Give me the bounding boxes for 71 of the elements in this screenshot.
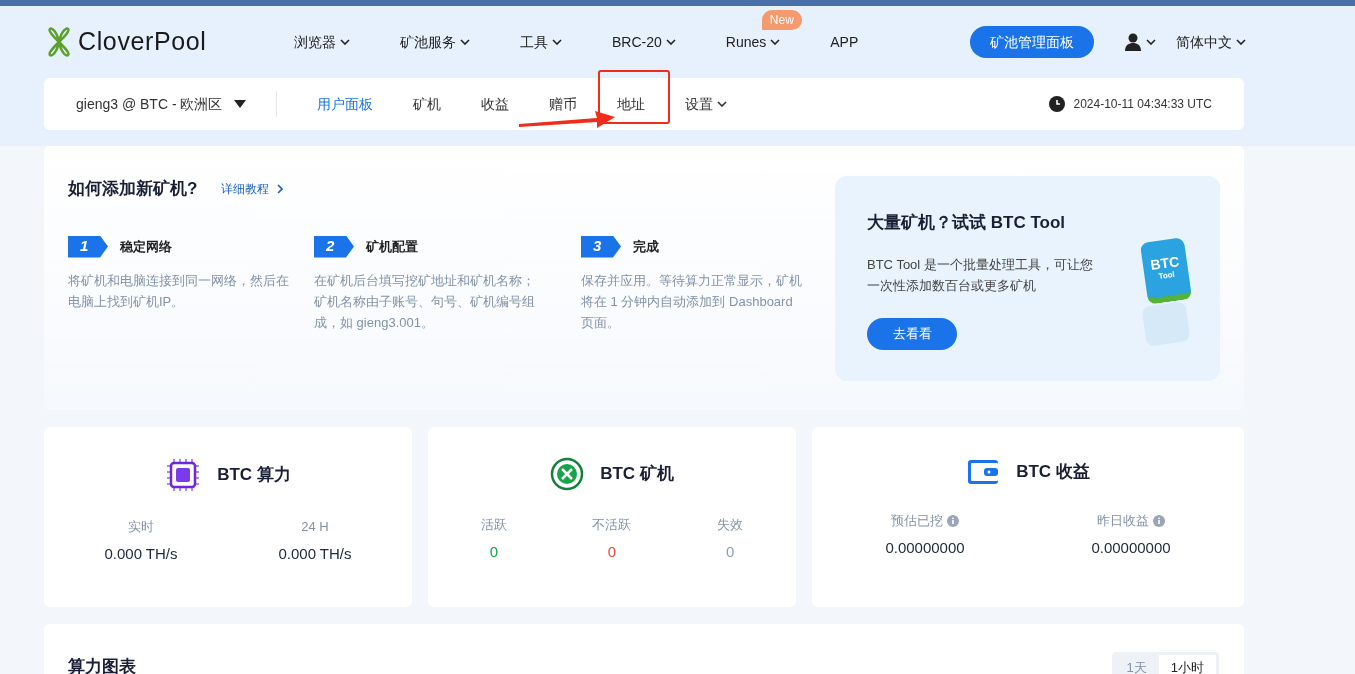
subnav-tab[interactable]: 赠币 — [549, 93, 577, 115]
stat-value: 0 — [725, 541, 735, 562]
chevron-down-icon — [340, 39, 350, 45]
icon-reflection — [1141, 301, 1191, 347]
step-number-badge: 1 — [68, 235, 108, 258]
chart-title: 算力图表 — [68, 656, 136, 674]
stat-value: 0 — [489, 541, 498, 562]
step-number-badge: 2 — [314, 235, 354, 258]
view-button[interactable]: 去看看 — [867, 317, 957, 350]
btc-tool-app-icon: BTC Tool — [1139, 237, 1193, 305]
promo-title: 大量矿机？试试 BTC Tool — [867, 212, 1066, 234]
promo-description: BTC Tool 是一个批量处理工具，可让您一次性添加数百台或更多矿机 — [867, 255, 1094, 295]
step-title: 完成 — [633, 237, 659, 256]
stat-label: 活跃 — [480, 516, 507, 534]
clock-icon — [1049, 96, 1066, 112]
timestamp: 2024-10-11 04:34:33 UTC — [1073, 96, 1212, 113]
chevron-right-icon — [277, 183, 284, 194]
stat-label: 昨日收益 — [1097, 512, 1149, 530]
nav-menu-item[interactable]: Runes — [725, 31, 781, 53]
stat-label: 预估已挖 — [891, 512, 943, 530]
stat-value: 0.000 TH/s — [278, 543, 352, 564]
chevron-down-icon — [1146, 39, 1156, 45]
logo-text[interactable]: CloverPool — [78, 23, 207, 61]
step-description: 保存并应用。等待算力正常显示，矿机将在 1 分钟内自动添加到 Dashboard 页面。 — [581, 271, 803, 332]
subnav-tab[interactable]: 地址 — [617, 93, 645, 115]
subnav-tab[interactable]: 矿机 — [413, 93, 441, 115]
step-description: 将矿机和电脑连接到同一网络，然后在电脑上找到矿机IP。 — [68, 271, 290, 311]
user-menu-button[interactable] — [1124, 33, 1156, 51]
chevron-down-icon — [665, 39, 676, 45]
stat-value: 0.000 TH/s — [104, 543, 178, 564]
info-icon — [1153, 514, 1165, 527]
guide-title: 如何添加新矿机? — [68, 178, 198, 200]
chevron-down-icon — [552, 39, 562, 45]
stat-title: BTC 矿机 — [600, 463, 674, 486]
stat-value: 0.00000000 — [885, 537, 965, 558]
subnav-tab[interactable]: 收益 — [481, 93, 509, 115]
wallet-icon — [966, 457, 1001, 487]
nav-menu-item[interactable]: APP — [830, 31, 859, 53]
account-selector[interactable]: gieng3 @ BTC - 欧洲区 — [76, 93, 276, 115]
nav-menu-item[interactable]: 矿池服务 — [400, 31, 470, 53]
range-toggle[interactable]: 1小时 — [1158, 655, 1216, 674]
stat-label: 实时 — [128, 518, 154, 536]
user-icon — [1124, 33, 1142, 51]
stat-label: 24 H — [301, 518, 329, 536]
miner-icon — [550, 457, 585, 491]
nav-menu-item[interactable]: 工具 — [520, 31, 562, 53]
stat-label: 不活跃 — [592, 516, 632, 534]
chevron-down-icon — [460, 39, 470, 45]
step-title: 矿机配置 — [366, 237, 418, 256]
stat-value: 0.00000000 — [1091, 537, 1171, 558]
subnav-tab[interactable]: 用户面板 — [317, 93, 373, 115]
stat-label: 失效 — [717, 516, 744, 534]
nav-menu-item[interactable]: BRC-20 — [612, 31, 676, 53]
step-title: 稳定网络 — [120, 237, 172, 256]
subnav-tab[interactable]: 设置 — [685, 93, 727, 115]
language-selector[interactable]: 简体中文 — [1176, 31, 1246, 53]
chevron-down-icon — [1236, 39, 1246, 45]
chip-icon — [165, 457, 202, 493]
nav-menu-item[interactable]: 浏览器 — [294, 31, 350, 53]
info-icon — [947, 514, 959, 527]
stat-title: BTC 收益 — [1016, 461, 1090, 484]
stat-title: BTC 算力 — [217, 464, 291, 487]
tutorial-link[interactable]: 详细教程 — [221, 179, 284, 198]
new-badge: New — [761, 9, 802, 30]
step-description: 在矿机后台填写挖矿地址和矿机名称；矿机名称由子账号、句号、矿机编号组成，如 gieng3.001。 — [314, 271, 536, 332]
pool-dashboard-button[interactable]: 矿池管理面板 — [970, 26, 1094, 58]
chevron-down-icon — [770, 39, 781, 45]
chevron-down-icon — [717, 101, 727, 107]
stat-value: 0 — [607, 541, 617, 562]
step-number-badge: 3 — [581, 235, 621, 258]
caret-icon — [234, 100, 247, 108]
